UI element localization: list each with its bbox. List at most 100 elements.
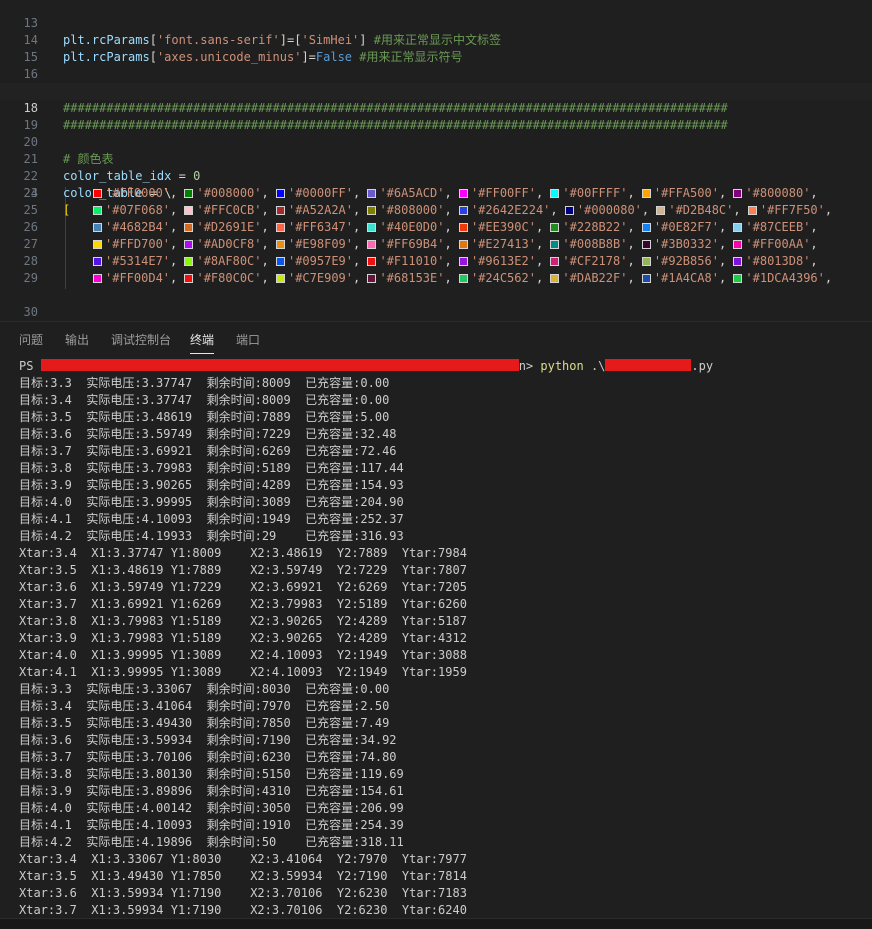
color-swatch-icon — [275, 189, 285, 198]
color-string: '#9613E2' — [470, 254, 536, 268]
color-swatch-icon — [93, 206, 102, 215]
terminal-output-line: 目标:3.3 实际电压:3.37747 剩余时间:8009 已充容量:0.00 — [19, 376, 390, 390]
color-string: '#1DCA4396' — [745, 271, 825, 285]
color-string: '#DAB22F' — [562, 271, 628, 285]
code-line[interactable]: 14 plt.rcParams['axes.unicode_minus']=Fa… — [0, 15, 872, 64]
terminal-output-line: 目标:3.9 实际电压:3.90265 剩余时间:4289 已充容量:154.9… — [19, 478, 404, 492]
terminal-output-line: Xtar:3.6 X1:3.59934 Y1:7190 X2:3.70106 Y… — [19, 886, 467, 900]
code-line-active[interactable]: 18 #####################################… — [0, 83, 872, 132]
code-line[interactable]: 17 #####################################… — [0, 66, 872, 115]
color-string: '#228B22' — [562, 220, 628, 234]
color-swatch-icon — [458, 189, 468, 198]
redacted-filename — [605, 359, 692, 371]
color-string: '#800080' — [745, 186, 811, 200]
color-string: '#40E0D0' — [379, 220, 445, 234]
terminal-prompt-line: PS n> python .\ .py — [19, 358, 713, 375]
line-number: 25 — [23, 203, 38, 217]
color-string: '#FFA500' — [653, 186, 719, 200]
color-swatch-icon — [275, 274, 285, 283]
tab-ports[interactable]: 端口 — [236, 331, 260, 353]
code-line[interactable]: 22 color_table = \ — [0, 151, 872, 200]
color-string: '#5314E7' — [105, 254, 171, 268]
terminal-output-line: 目标:3.9 实际电压:3.89896 剩余时间:4310 已充容量:154.6… — [19, 784, 404, 798]
color-swatch-icon — [275, 206, 285, 215]
color-string: '#E98F09' — [287, 237, 353, 251]
color-string: '#C7E909' — [287, 271, 353, 285]
terminal-output-line: Xtar:3.7 X1:3.69921 Y1:6269 X2:3.79983 Y… — [19, 597, 467, 611]
code-line[interactable]: 27 '#FFD700', '#AD0CF8', '#E98F09', '#FF6… — [0, 236, 872, 253]
terminal-output-line: Xtar:3.5 X1:3.48619 Y1:7889 X2:3.59749 Y… — [19, 563, 467, 577]
color-swatch-icon — [184, 223, 194, 232]
color-string: '#EE390C' — [470, 220, 536, 234]
prompt-prefix: PS — [19, 359, 34, 373]
color-swatch-icon — [747, 206, 757, 215]
terminal-output-line: 目标:4.0 实际电压:4.00142 剩余时间:3050 已充容量:206.9… — [19, 801, 404, 815]
terminal-output-line: 目标:3.4 实际电压:3.37747 剩余时间:8009 已充容量:0.00 — [19, 393, 390, 407]
color-swatch-icon — [733, 240, 743, 249]
line-number: 24 — [23, 186, 38, 200]
code-line[interactable]: 16 #####################################… — [0, 49, 872, 98]
code-line[interactable]: 26 '#4682B4', '#D2691E', '#FF6347', '#40E… — [0, 219, 872, 236]
color-string: '#AD0CF8' — [196, 237, 262, 251]
color-swatch-icon — [367, 257, 377, 266]
color-swatch-icon — [733, 189, 743, 198]
color-string: '#000080' — [576, 203, 642, 217]
tab-output[interactable]: 输出 — [65, 331, 89, 353]
terminal-output-line: 目标:3.3 实际电压:3.33067 剩余时间:8030 已充容量:0.00 — [19, 682, 390, 696]
code-line[interactable]: 20 # 颜色表 — [0, 117, 872, 166]
terminal-output-line: 目标:4.1 实际电压:4.10093 剩余时间:1910 已充容量:254.3… — [19, 818, 404, 832]
color-string: '#CF2178' — [562, 254, 628, 268]
tab-problems[interactable]: 问题 — [19, 331, 43, 353]
code-line[interactable]: 19 — [0, 100, 872, 132]
code-line[interactable]: 13 plt.rcParams['font.sans-serif']=['Sim… — [0, 0, 872, 47]
terminal-output-line: 目标:4.0 实际电压:3.99995 剩余时间:3089 已充容量:204.9… — [19, 495, 404, 509]
color-string: '#FF0000' — [105, 186, 171, 200]
color-string: '#FF6347' — [287, 220, 353, 234]
color-swatch-icon — [367, 189, 377, 198]
terminal-output-line: 目标:3.6 实际电压:3.59749 剩余时间:7229 已充容量:32.48 — [19, 427, 397, 441]
tab-terminal[interactable]: 终端 — [190, 331, 215, 354]
color-string: '#E27413' — [470, 237, 536, 251]
code-editor[interactable]: 13 plt.rcParams['font.sans-serif']=['Sim… — [0, 0, 872, 321]
color-swatch-icon — [93, 223, 102, 232]
terminal-output-line: 目标:3.6 实际电压:3.59934 剩余时间:7190 已充容量:34.92 — [19, 733, 397, 747]
color-swatch-icon — [275, 257, 285, 266]
color-swatch-icon — [184, 240, 194, 249]
color-string: '#4682B4' — [105, 220, 171, 234]
line-number: 26 — [23, 220, 38, 234]
prompt-suffix: n> — [518, 359, 541, 373]
terminal[interactable]: PS n> python .\ .py 目标:3.3 实际电压:3.37747 剩… — [0, 357, 872, 928]
color-swatch-icon — [93, 240, 102, 249]
terminal-output-line: Xtar:3.5 X1:3.49430 Y1:7850 X2:3.59934 Y… — [19, 869, 467, 883]
code-line[interactable]: 15 — [0, 32, 872, 64]
color-string: '#24C562' — [470, 271, 536, 285]
color-string: '#FFC0CB' — [196, 203, 262, 217]
color-swatch-icon — [458, 257, 468, 266]
code-line[interactable]: 24 '#FF0000', '#008000', '#0000FF', '#6A5… — [0, 185, 872, 202]
terminal-output-line: 目标:3.4 实际电压:3.41064 剩余时间:7970 已充容量:2.50 — [19, 699, 390, 713]
color-swatch-icon — [458, 206, 468, 215]
code-line[interactable]: 29 '#FF00D4', '#F80C0C', '#C7E909', '#681… — [0, 270, 872, 287]
code-line[interactable]: 30 ] — [0, 287, 872, 319]
code-line[interactable]: 25 '#07F068', '#FFC0CB', '#A52A2A', '#808… — [0, 202, 872, 219]
terminal-output-line: Xtar:4.0 X1:3.99995 Y1:3089 X2:4.10093 Y… — [19, 648, 467, 662]
color-string: '#07F068' — [105, 203, 171, 217]
terminal-output-line: 目标:3.8 实际电压:3.79983 剩余时间:5189 已充容量:117.4… — [19, 461, 404, 475]
color-swatch-icon — [93, 274, 102, 283]
command-arg-ext: .py — [691, 359, 714, 373]
color-swatch-icon — [184, 274, 194, 283]
code-line[interactable]: 28 '#5314E7', '#8AF80C', '#0957E9', '#F11… — [0, 253, 872, 270]
tab-debug-console[interactable]: 调试控制台 — [111, 331, 171, 353]
color-swatch-icon — [458, 223, 468, 232]
color-swatch-icon — [656, 206, 666, 215]
color-swatch-icon — [550, 189, 560, 198]
color-string: '#FF00D4' — [105, 271, 171, 285]
color-swatch-icon — [641, 223, 651, 232]
code-line[interactable]: 31 — [0, 304, 872, 321]
code-line[interactable]: 21 color_table_idx = 0 — [0, 134, 872, 183]
color-swatch-icon — [367, 206, 377, 215]
color-swatch-icon — [184, 206, 194, 215]
code-line[interactable]: 23 [ — [0, 168, 872, 217]
terminal-output-line: Xtar:3.7 X1:3.59934 Y1:7190 X2:3.70106 Y… — [19, 903, 467, 917]
terminal-output-line: 目标:3.8 实际电压:3.80130 剩余时间:5150 已充容量:119.6… — [19, 767, 404, 781]
